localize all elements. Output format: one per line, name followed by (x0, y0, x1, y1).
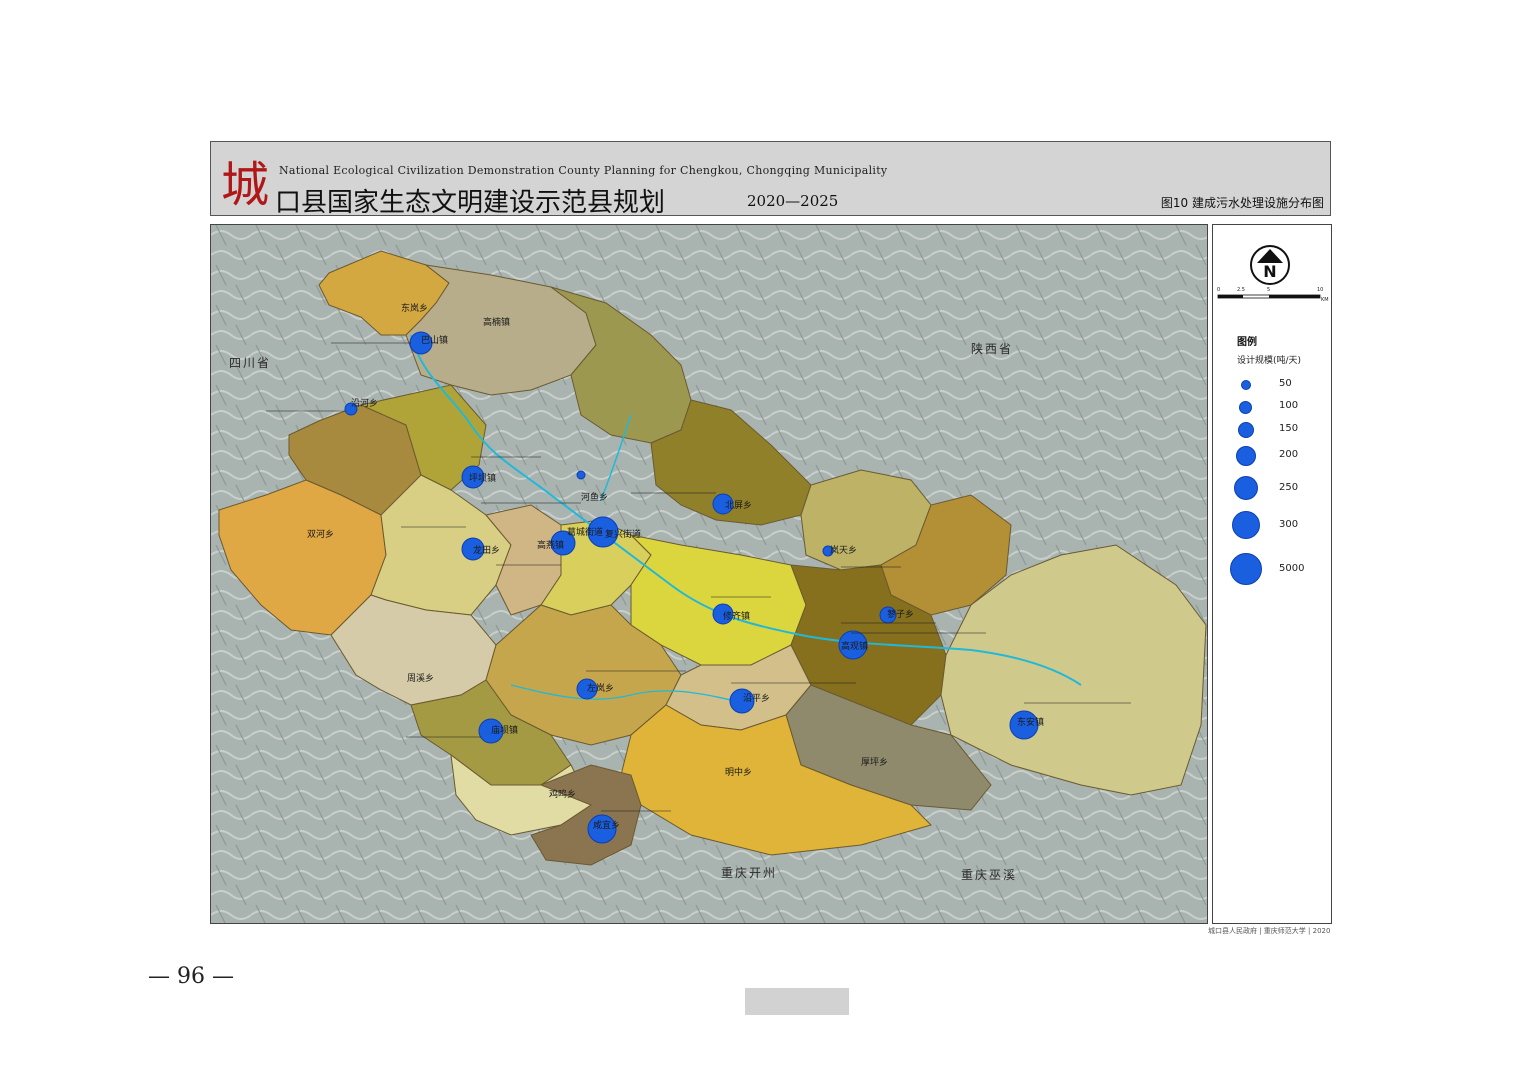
town-label: 高燕镇 (537, 539, 564, 551)
town-label: 周溪乡 (407, 672, 434, 684)
legend-dot (1234, 476, 1258, 500)
town-label: 修齐镇 (723, 610, 750, 622)
town-label: 东岚乡 (401, 302, 428, 314)
facility-marker[interactable] (576, 470, 586, 480)
north-arrow-icon: N (1250, 245, 1290, 285)
footer-grey-bar (745, 988, 849, 1015)
town-label: 鸡鸣乡 (549, 788, 576, 800)
legend-dot (1230, 553, 1262, 585)
town-label: 双河乡 (307, 528, 334, 540)
town-label: 复兴街道 (605, 528, 641, 540)
legend-dot (1239, 401, 1252, 414)
legend-label: 5000 (1279, 563, 1305, 574)
neighbor-label-sichuan: 四川省 (229, 356, 271, 370)
main-title: 口县国家生态文明建设示范县规划 (275, 188, 666, 218)
legend-item: 200 (1213, 443, 1331, 473)
town-label: 龙田乡 (473, 544, 500, 556)
legend-dot (1236, 446, 1256, 466)
town-label: 坪坝镇 (469, 472, 496, 484)
neighbor-label-wuxi: 重庆巫溪 (961, 868, 1017, 882)
scale-tick: 0 (1217, 287, 1220, 293)
town-label: 高观镇 (841, 640, 868, 652)
legend-title: 图例 (1237, 337, 1257, 348)
town-label: 左岚乡 (587, 682, 614, 694)
town-label: 东安镇 (1017, 716, 1044, 728)
legend-panel: N 0 2.5 5 10 KM 图例 设计规模(吨/天) 50 100 150 … (1212, 224, 1332, 924)
town-label: 北屏乡 (725, 500, 752, 511)
legend-label: 50 (1279, 378, 1292, 389)
legend-label: 200 (1279, 449, 1299, 460)
town-label: 巴山镇 (421, 334, 448, 346)
map-frame[interactable]: 四川省 陕西省 重庆开州 重庆巫溪 东岚乡 高楠镇 巴山镇 沿河乡 坪坝镇 双河… (210, 224, 1208, 924)
neighbor-label-kaizhou: 重庆开州 (721, 866, 777, 880)
town-label: 河鱼乡 (581, 491, 608, 503)
scale-unit: KM (1321, 297, 1329, 303)
neighbor-label-shaanxi: 陕西省 (971, 341, 1013, 356)
town-label: 蓼子乡 (887, 608, 914, 620)
legend-subtitle: 设计规模(吨/天) (1237, 356, 1302, 366)
page-number: — 96 — (148, 964, 234, 989)
logo-character: 城 (221, 157, 270, 213)
town-label: 高楠镇 (483, 316, 510, 328)
legend-item: 5000 (1213, 553, 1331, 585)
credit-line: 城口县人民政府 | 重庆师范大学 | 2020 (1208, 927, 1331, 935)
map-header: 城 National Ecological Civilization Demon… (210, 141, 1331, 218)
legend-item: 300 (1213, 511, 1331, 541)
north-letter: N (1263, 262, 1276, 281)
legend-item: 250 (1213, 475, 1331, 505)
planning-years: 2020—2025 (747, 192, 839, 210)
scale-bar: 0 2.5 5 10 KM (1217, 287, 1329, 303)
town-label: 葛城街道 (567, 526, 603, 538)
scale-tick: 10 (1317, 287, 1323, 293)
legend-dot (1232, 511, 1260, 539)
town-label: 沿平乡 (743, 693, 770, 704)
legend-dot (1238, 422, 1254, 438)
legend-dot (1241, 380, 1251, 390)
legend-label: 150 (1279, 423, 1299, 434)
town-label: 明中乡 (725, 766, 752, 778)
town-label: 岚天乡 (830, 545, 857, 556)
scale-tick: 5 (1267, 287, 1270, 293)
scale-tick: 2.5 (1237, 287, 1245, 293)
town-label: 厚坪乡 (861, 757, 888, 768)
county-map[interactable]: 四川省 陕西省 重庆开州 重庆巫溪 东岚乡 高楠镇 巴山镇 沿河乡 坪坝镇 双河… (211, 225, 1208, 924)
town-label: 沿河乡 (351, 397, 378, 409)
legend-label: 250 (1279, 482, 1299, 493)
town-label: 咸宜乡 (593, 819, 620, 831)
town-label: 庙坝镇 (491, 724, 518, 736)
english-subtitle: National Ecological Civilization Demonst… (279, 164, 888, 177)
legend-label: 300 (1279, 519, 1299, 530)
figure-title: 图10 建成污水处理设施分布图 (1160, 196, 1324, 210)
legend-label: 100 (1279, 400, 1299, 411)
